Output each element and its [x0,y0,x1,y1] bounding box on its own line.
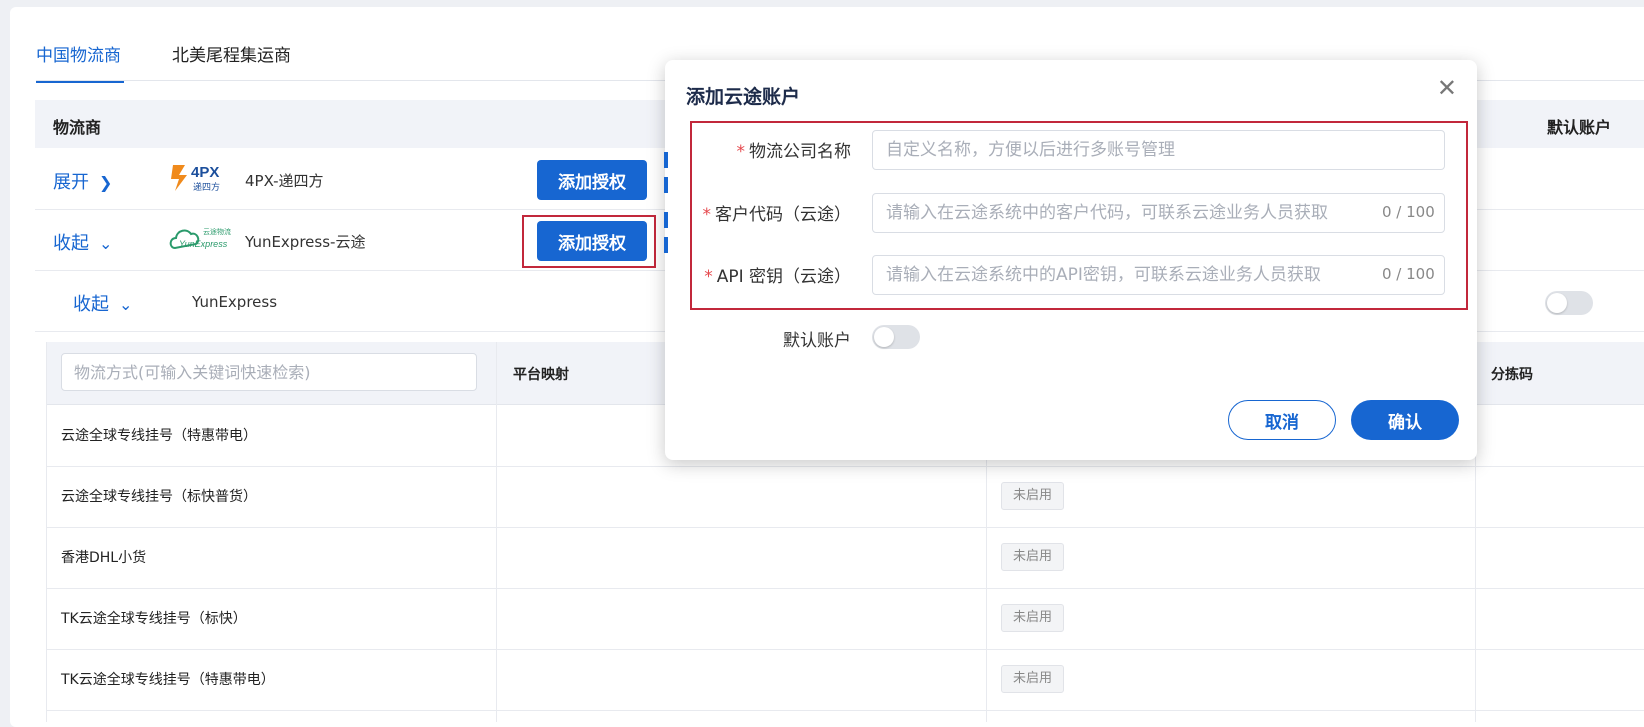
status-badge: 未启用 [1001,665,1065,693]
4px-logo-icon: 4PX 递四方 [171,164,220,193]
column-marker [664,237,668,253]
required-mark: * [704,267,713,287]
table-row: 香港DHL小货 未启用 [47,527,1644,589]
api-key-counter: 0 / 100 [1382,265,1435,283]
collapse-toggle-account[interactable]: 收起 ⌄ [73,290,132,316]
status-badge: 未启用 [1001,604,1065,632]
svg-text:云途物流: 云途物流 [203,227,231,236]
collapse-toggle[interactable]: 收起 ⌄ [53,229,112,255]
table-row: TK云途全球专线挂号（特惠带电） 未启用 [47,649,1644,711]
col-sort-code: 分拣码 [1491,367,1533,383]
account-name: YunExpress [192,293,278,311]
required-mark: * [702,205,712,225]
method-name: TK云途全球专线挂号（标快） [61,611,247,627]
default-account-toggle[interactable] [872,325,920,349]
customer-code-counter: 0 / 100 [1382,203,1435,221]
confirm-button[interactable]: 确认 [1351,400,1459,440]
svg-text:YunExpress: YunExpress [179,239,228,249]
provider-name: 4PX-递四方 [245,172,324,190]
column-divider [496,342,497,722]
cancel-button[interactable]: 取消 [1228,400,1336,440]
collapse-label: 收起 [73,294,109,315]
svg-text:递四方: 递四方 [193,181,220,193]
column-marker [664,177,668,193]
column-marker [664,152,668,168]
table-row: 云途全球专线挂号（标快普货） 未启用 [47,466,1644,528]
method-name: TK云途全球专线挂号（特惠带电） [61,672,275,688]
yunexpress-logo-icon: YunExpress 云途物流 [169,227,231,250]
expand-toggle[interactable]: 展开 ❯ [53,168,112,194]
dialog-title: 添加云途账户 [686,86,801,108]
required-mark: * [736,142,746,162]
company-name-input[interactable] [872,130,1445,170]
add-yunexpress-account-dialog: 添加云途账户 ✕ *物流公司名称 *客户代码（云途） 0 / 100 *API … [665,60,1477,460]
field-label-default-account: 默认账户 [783,331,851,351]
chevron-down-icon: ⌄ [99,234,113,253]
status-badge: 未启用 [1001,543,1065,571]
column-marker [664,212,668,228]
collapse-label: 收起 [53,233,89,254]
highlight-box-add-auth [522,215,656,268]
method-name: 香港DHL小货 [61,550,147,566]
label-text: API 密钥（云途） [716,267,851,287]
customer-code-input[interactable] [872,193,1445,233]
chevron-right-icon: ❯ [99,173,113,192]
label-text: 客户代码（云途） [715,205,851,225]
provider-name: YunExpress-云途 [245,233,366,251]
expand-label: 展开 [53,172,89,193]
method-name: 云途全球专线挂号（特惠带电） [61,428,257,444]
col-default-account: 默认账户 [1547,118,1612,137]
chevron-down-icon: ⌄ [119,295,133,314]
add-authorization-button-4px[interactable]: 添加授权 [537,160,647,200]
tab-china-carriers[interactable]: 中国物流商 [36,38,124,83]
field-label-company-name: * 物流公司名称 [737,137,852,162]
tab-north-america-carriers[interactable]: 北美尾程集运商 [172,38,291,80]
close-icon[interactable]: ✕ [1437,74,1457,102]
field-label-api-key: * API 密钥（云途） [704,262,851,287]
api-key-input[interactable] [872,255,1445,295]
status-badge: 未启用 [1001,482,1065,510]
svg-text:4PX: 4PX [191,164,219,181]
default-account-switch[interactable] [1545,291,1593,315]
method-search-input[interactable] [61,353,477,391]
col-provider: 物流商 [53,118,102,137]
table-row: TK云途全球专线挂号（标快） 未启用 [47,588,1644,650]
field-label-customer-code: * 客户代码（云途） [703,200,852,225]
col-platform-mapping: 平台映射 [513,367,569,383]
method-name: 云途全球专线挂号（标快普货） [61,489,257,505]
label-text: 物流公司名称 [749,142,851,162]
